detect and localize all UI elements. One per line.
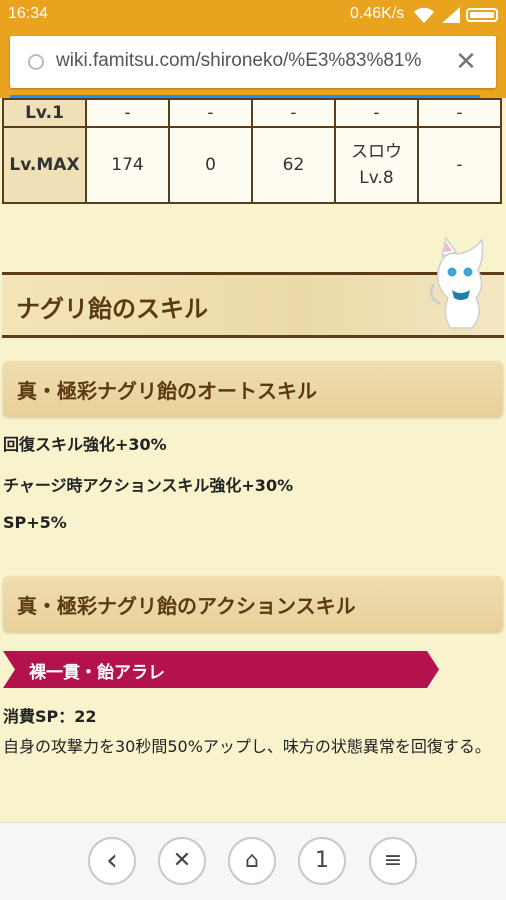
signal-icon [442, 7, 460, 23]
menu-button[interactable]: ≡ [369, 837, 417, 885]
url-box[interactable]: wiki.famitsu.com/shironeko/%E3%83%81% ✕ [10, 36, 496, 88]
table-cell: スロウ Lv.8 [334, 126, 419, 204]
battery-icon [466, 8, 498, 22]
table-cell: 62 [251, 126, 336, 204]
table-cell: - [85, 98, 170, 128]
skill-name: 裸一貫・飴アラレ [29, 663, 165, 683]
table-row: Lv.1 - - - - - [2, 98, 502, 128]
table-cell: Lv.MAX [2, 126, 87, 204]
url-text[interactable]: wiki.famitsu.com/shironeko/%E3%83%81% [56, 50, 434, 72]
back-button[interactable]: ‹ [88, 837, 136, 885]
status-time: 16:34 [8, 5, 49, 22]
auto-skill-title: 真・極彩ナグリ飴のオートスキル [17, 379, 317, 403]
network-speed: 0.46K/s [350, 5, 405, 22]
stats-table: Lv.1 - - - - - Lv.MAX 174 0 62 スロウ Lv.8 … [2, 98, 502, 204]
table-cell: - [168, 98, 253, 128]
action-skill-title: 真・極彩ナグリ飴のアクションスキル [17, 594, 356, 618]
close-icon: ✕ [172, 848, 192, 873]
close-icon[interactable]: ✕ [450, 46, 482, 78]
table-cell: - [251, 98, 336, 128]
close-tab-button[interactable]: ✕ [158, 837, 206, 885]
table-row: Lv.MAX 174 0 62 スロウ Lv.8 - [2, 126, 502, 204]
back-icon: ‹ [106, 843, 118, 878]
cat-mascot-image [429, 236, 484, 329]
home-icon: ⌂ [245, 848, 259, 873]
sp-cost: 消費SP：22 [3, 707, 97, 726]
tabs-button[interactable]: 1 [298, 837, 346, 885]
auto-skill-item: 回復スキル強化+30% [3, 435, 167, 454]
table-cell: Lv.1 [2, 98, 87, 128]
browser-toolbar: wiki.famitsu.com/shironeko/%E3%83%81% ✕ [0, 30, 506, 98]
auto-skill-item: SP+5% [3, 513, 67, 532]
table-cell: 0 [168, 126, 253, 204]
bottom-nav: ‹ ✕ ⌂ 1 ≡ [0, 822, 506, 900]
tab-count: 1 [315, 848, 329, 873]
skill-description: 自身の攻撃力を30秒間50%アップし、味方の状態異常を回復する。 [3, 737, 491, 756]
wifi-icon [414, 7, 434, 23]
table-cell: - [417, 98, 502, 128]
table-cell: - [334, 98, 419, 128]
site-icon [28, 54, 44, 70]
status-bar: 16:34 0.46K/s [0, 0, 506, 30]
table-cell: 174 [85, 126, 170, 204]
table-cell: - [417, 126, 502, 204]
home-button[interactable]: ⌂ [228, 837, 276, 885]
skill-name-ribbon: 裸一貫・飴アラレ [3, 651, 439, 688]
auto-skill-heading: 真・極彩ナグリ飴のオートスキル [3, 361, 503, 417]
auto-skill-item: チャージ時アクションスキル強化+30% [3, 476, 294, 495]
section-title: ナグリ飴のスキル [16, 295, 208, 323]
menu-icon: ≡ [383, 848, 403, 873]
action-skill-heading: 真・極彩ナグリ飴のアクションスキル [3, 576, 503, 632]
